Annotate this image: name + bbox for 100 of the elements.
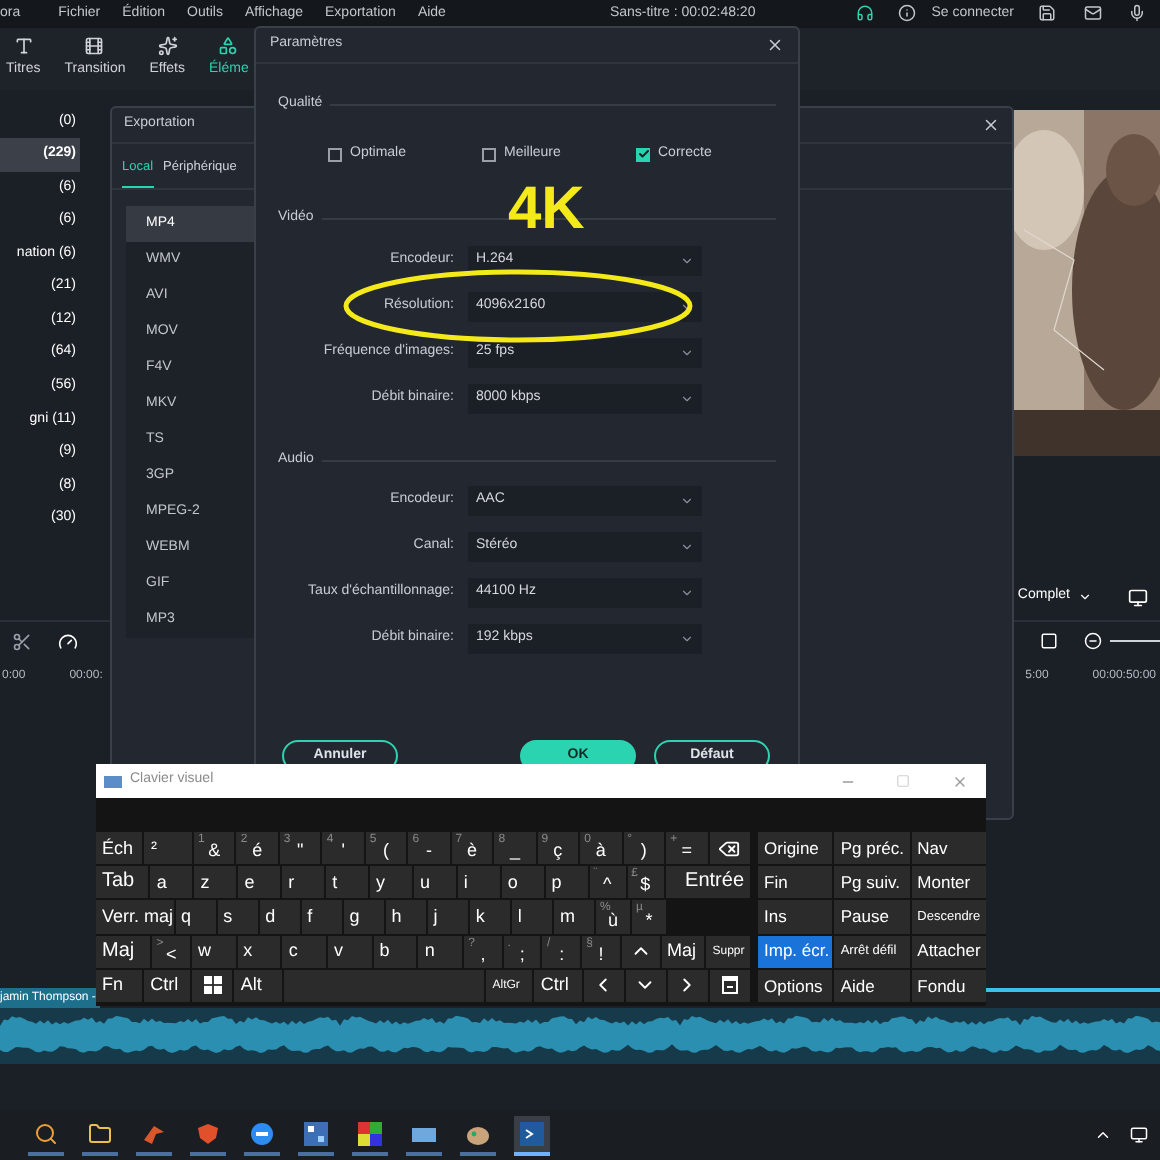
keyboard-icon: [104, 775, 122, 787]
keyboard-key[interactable]: Options: [758, 969, 833, 1003]
keyboard-key[interactable]: n: [418, 935, 463, 968]
keyboard-key[interactable]: Imp. écr.: [758, 935, 833, 968]
checkbox[interactable]: [636, 147, 650, 161]
keyboard-key[interactable]: e: [238, 866, 281, 899]
keyboard-key[interactable]: d: [259, 900, 300, 934]
chevron-down-icon: [680, 346, 694, 360]
keyboard-key[interactable]: b: [373, 935, 417, 968]
keyboard-key[interactable]: [583, 969, 624, 1003]
checkbox[interactable]: [482, 147, 496, 161]
zoom-out-icon[interactable]: [1084, 632, 1102, 651]
keyboard-key[interactable]: Tab: [96, 866, 149, 899]
keyboard-key[interactable]: Origine: [758, 832, 833, 865]
keyboard-key[interactable]: [709, 969, 751, 1003]
palette-icon: [466, 1121, 490, 1146]
keyboard-key[interactable]: Éch: [96, 832, 143, 865]
terminal-icon: [520, 1121, 544, 1146]
keyboard-key[interactable]: c: [282, 935, 327, 968]
chevron-down-icon: [680, 586, 694, 600]
keyboard-key[interactable]: h: [385, 900, 426, 934]
keyboard-key[interactable]: Ctrl: [144, 969, 191, 1003]
keyboard-key[interactable]: s: [217, 900, 258, 934]
keyboard-key[interactable]: z: [194, 866, 237, 899]
scissors-icon[interactable]: [12, 631, 32, 652]
keyboard-key[interactable]: Ctrl: [534, 969, 582, 1003]
text-icon: [13, 36, 34, 57]
chevron-down-icon: [680, 494, 694, 508]
keyboard-key[interactable]: [625, 969, 666, 1003]
keyboard-key[interactable]: Fn: [96, 969, 143, 1003]
tray-icon[interactable]: [1130, 1126, 1148, 1145]
chevron-down-icon: [680, 254, 694, 268]
keyboard-key[interactable]: [621, 935, 660, 968]
keyboard-key[interactable]: r: [282, 866, 325, 899]
shield-icon: [196, 1121, 220, 1146]
backspace-icon: [718, 837, 741, 860]
taskbar-app[interactable]: [514, 1115, 550, 1156]
keyboard-key[interactable]: w: [191, 935, 236, 968]
keyboard-key[interactable]: j: [427, 900, 468, 934]
grid-icon: [358, 1121, 382, 1146]
chevron-down-icon: [680, 540, 694, 554]
keyboard-key[interactable]: Pg suiv.: [834, 866, 910, 899]
chevron-down-icon: [680, 392, 694, 406]
close-icon[interactable]: [766, 36, 784, 54]
film-icon: [84, 36, 105, 57]
fit-icon[interactable]: [1040, 632, 1058, 651]
keyboard-key[interactable]: y: [370, 866, 412, 899]
keyboard-key[interactable]: u: [413, 866, 456, 899]
annotation-label: 4K: [508, 180, 585, 240]
grid-icon: [304, 1121, 328, 1146]
keyboard-key[interactable]: m: [553, 900, 594, 934]
keyboard-key[interactable]: Pg préc.: [834, 832, 910, 865]
keyboard-key[interactable]: Nav: [911, 832, 986, 865]
info-icon[interactable]: [897, 4, 916, 23]
search-icon: [34, 1121, 58, 1146]
keyboard-key[interactable]: [709, 832, 751, 865]
checkbox[interactable]: [328, 147, 342, 161]
keyboard-key[interactable]: t: [326, 866, 368, 899]
keyboard-key[interactable]: Attacher: [911, 935, 986, 968]
menu-key-icon: [722, 976, 738, 995]
keyboard-key[interactable]: [667, 969, 708, 1003]
windows-icon: [203, 976, 222, 995]
chevron-down-icon: [680, 632, 694, 646]
keyboard-key[interactable]: i: [457, 866, 500, 899]
keyboard-key[interactable]: [192, 969, 233, 1003]
keyboard-key[interactable]: Pause: [834, 900, 910, 934]
keyboard-key[interactable]: Monter: [911, 866, 986, 899]
folder-icon: [88, 1121, 112, 1146]
keyboard-key[interactable]: Maj: [661, 935, 705, 968]
keyboard-key[interactable]: Aide: [834, 969, 910, 1003]
bird-icon: [142, 1121, 166, 1146]
close-icon[interactable]: [982, 116, 1000, 134]
keyboard-key[interactable]: Entrée: [665, 866, 751, 899]
keyboard-key[interactable]: Ins: [758, 900, 833, 934]
chat-icon: [250, 1121, 274, 1146]
keyboard-key[interactable]: Verr. maj: [96, 900, 174, 934]
keyboard-key[interactable]: l: [511, 900, 552, 934]
keyboard-key[interactable]: Fondu: [911, 969, 986, 1003]
sparkles-icon: [157, 36, 178, 57]
shapes-icon: [218, 36, 239, 57]
keyboard-key[interactable]: a: [150, 866, 193, 899]
keyboard-key[interactable]: p: [545, 866, 588, 899]
keyboard-key[interactable]: o: [501, 866, 544, 899]
chevron-down-icon: [1078, 589, 1092, 604]
keyboard-key[interactable]: Fin: [758, 866, 833, 899]
keyboard-key[interactable]: k: [469, 900, 510, 934]
keyboard-key[interactable]: x: [237, 935, 281, 968]
keyboard-key[interactable]: v: [328, 935, 372, 968]
keyboard-key[interactable]: ²: [144, 832, 192, 865]
keyboard-key[interactable]: f: [301, 900, 342, 934]
headset-icon[interactable]: [855, 4, 874, 23]
keyboard-key[interactable]: Alt: [234, 969, 282, 1003]
mail-icon[interactable]: [1083, 4, 1102, 23]
keyboard-key[interactable]: g: [343, 900, 384, 934]
save-icon[interactable]: [1037, 4, 1056, 23]
microphone-icon[interactable]: [1127, 4, 1146, 23]
speed-icon[interactable]: [58, 631, 78, 652]
keyboard-key[interactable]: q: [175, 900, 216, 934]
monitor-icon[interactable]: [1128, 587, 1148, 608]
keyboard-key[interactable]: Maj: [96, 935, 151, 968]
